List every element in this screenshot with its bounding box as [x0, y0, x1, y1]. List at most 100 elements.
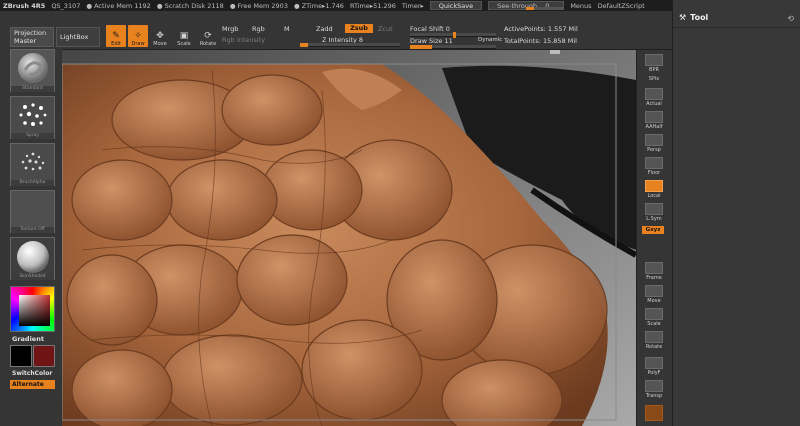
rgb-button[interactable]: Rgb [252, 25, 265, 33]
color-picker[interactable] [10, 286, 55, 332]
rotate-view-button[interactable]: Rotate [642, 329, 666, 350]
rotate-view-icon [645, 331, 663, 343]
actual-button[interactable]: Actual [642, 86, 666, 107]
scale-icon: ▣ [179, 31, 189, 41]
transp-button[interactable]: Transp [642, 378, 666, 399]
alpha-selector[interactable]: BrushAlpha [10, 143, 55, 186]
rtime: RTime▸51.296 [349, 1, 396, 10]
persp-label: Persp [647, 147, 661, 153]
rotate-button[interactable]: ⟳ Rotate [198, 25, 218, 47]
floor-icon [645, 157, 663, 169]
zadd-button[interactable]: Zadd [316, 25, 333, 33]
active-mem: ● Active Mem 1192 [86, 1, 151, 10]
ghost-button[interactable] [642, 402, 666, 422]
move-view-button[interactable]: Move [642, 283, 666, 304]
see-through-fill [526, 7, 565, 10]
brush-selector[interactable]: Standard [10, 49, 55, 92]
hammer-icon: ⚒ [679, 13, 687, 22]
scale-view-icon [645, 308, 663, 320]
polyf-button[interactable]: PolyF [642, 355, 666, 376]
xyz-button[interactable]: Gxyz [642, 226, 664, 234]
z-intensity-fill [300, 43, 308, 47]
scale-button[interactable]: ▣ Scale [174, 25, 194, 47]
timer: Timer▸ [401, 1, 424, 10]
quicksave-button[interactable]: QuickSave [429, 1, 483, 10]
texture-selector[interactable]: Texture Off [10, 190, 55, 233]
edit-button[interactable]: ✎ Edit [106, 25, 126, 47]
alternate-button[interactable]: Alternate [10, 380, 55, 389]
title-bar: ZBrush 4R5 QS_3107 ● Active Mem 1192 ● S… [0, 0, 672, 11]
scratch-disk: ● Scratch Disk 2118 [156, 1, 224, 10]
stroke-selector[interactable]: Spray [10, 96, 55, 139]
right-tray: BPR SPix Actual AAHalf Persp Floor Local… [636, 50, 672, 426]
spix-label: SPix [648, 76, 660, 82]
active-points: ActivePoints: 1.557 Mil [504, 25, 578, 33]
move-icon: ✥ [156, 31, 164, 41]
sculpt-viewport[interactable] [62, 50, 636, 426]
local-button[interactable]: Local [642, 178, 666, 199]
focal-shift-thumb[interactable] [453, 32, 456, 38]
rgb-intensity-slider[interactable]: Rgb Intensity [222, 36, 265, 44]
focal-shift-slider[interactable]: Focal Shift 0 [410, 25, 450, 33]
alpha-label: BrushAlpha [11, 180, 54, 186]
lsym-button[interactable]: L.Sym [642, 201, 666, 222]
stroke-label: Spray [11, 133, 54, 139]
app-name: ZBrush 4R5 [3, 1, 46, 10]
palette-divider [673, 27, 800, 28]
rotate-icon: ⟳ [204, 31, 212, 41]
tool-palette-header[interactable]: ⚒ Tool [679, 13, 708, 22]
standard-brush-icon [18, 53, 48, 83]
saturation-square[interactable] [19, 295, 50, 326]
aahalf-label: AAHalf [645, 124, 663, 130]
document-name: QS_3107 [51, 1, 81, 10]
zcut-button[interactable]: Zcut [378, 25, 393, 33]
gradient-toggle[interactable]: Gradient [12, 335, 44, 343]
free-mem: ● Free Mem 2903 [229, 1, 288, 10]
scale-view-label: Scale [647, 321, 661, 327]
aahalf-icon [645, 111, 663, 123]
local-icon [645, 180, 663, 192]
draw-icon: ✧ [134, 31, 142, 41]
lightbox-button[interactable]: LightBox [56, 27, 100, 47]
material-selector[interactable]: SkinShade4 [10, 237, 55, 280]
projection-master-button[interactable]: Projection Master [10, 27, 54, 47]
scale-view-button[interactable]: Scale [642, 306, 666, 327]
draw-size-slider[interactable]: Draw Size 11 [410, 37, 453, 45]
actual-icon [645, 88, 663, 100]
bpr-button[interactable]: BPR [642, 52, 666, 73]
spix-slider[interactable]: SPix [642, 72, 666, 82]
brush-alpha-icon [21, 152, 45, 171]
mrgb-button[interactable]: Mrgb [222, 25, 238, 33]
lsym-icon [645, 203, 663, 215]
document-canvas[interactable] [62, 50, 636, 426]
aahalf-button[interactable]: AAHalf [642, 109, 666, 130]
bpr-icon [645, 54, 663, 66]
move-button[interactable]: ✥ Move [150, 25, 170, 47]
dynamic-toggle[interactable]: Dynamic [478, 37, 502, 43]
default-zscript-button[interactable]: DefaultZScript [598, 2, 645, 10]
edit-icon: ✎ [112, 31, 120, 41]
draw-label: Draw [131, 41, 145, 47]
undo-icon[interactable]: ⟲ [787, 14, 794, 23]
persp-button[interactable]: Persp [642, 132, 666, 153]
edit-label: Edit [111, 41, 121, 47]
switchcolor-button[interactable]: SwitchColor [12, 370, 52, 377]
scale-label: Scale [177, 41, 191, 47]
menus-toggle[interactable]: Menus [570, 2, 591, 10]
m-button[interactable]: M [284, 25, 290, 33]
secondary-color-swatch[interactable] [33, 345, 55, 367]
tool-palette-title: Tool [690, 13, 709, 22]
frame-icon [645, 262, 663, 274]
tool-palette: ⚒ Tool ⟲ [672, 0, 800, 426]
persp-icon [645, 134, 663, 146]
zsub-button[interactable]: Zsub [345, 24, 373, 33]
frame-button[interactable]: Frame [642, 260, 666, 281]
polyf-label: PolyF [647, 370, 661, 376]
canvas-scroll-handle[interactable] [550, 50, 560, 54]
draw-button[interactable]: ✧ Draw [128, 25, 148, 47]
primary-color-swatch[interactable] [10, 345, 32, 367]
z-intensity-track[interactable] [300, 43, 400, 47]
move-view-label: Move [647, 298, 661, 304]
spray-stroke-icon [19, 103, 47, 126]
floor-button[interactable]: Floor [642, 155, 666, 176]
